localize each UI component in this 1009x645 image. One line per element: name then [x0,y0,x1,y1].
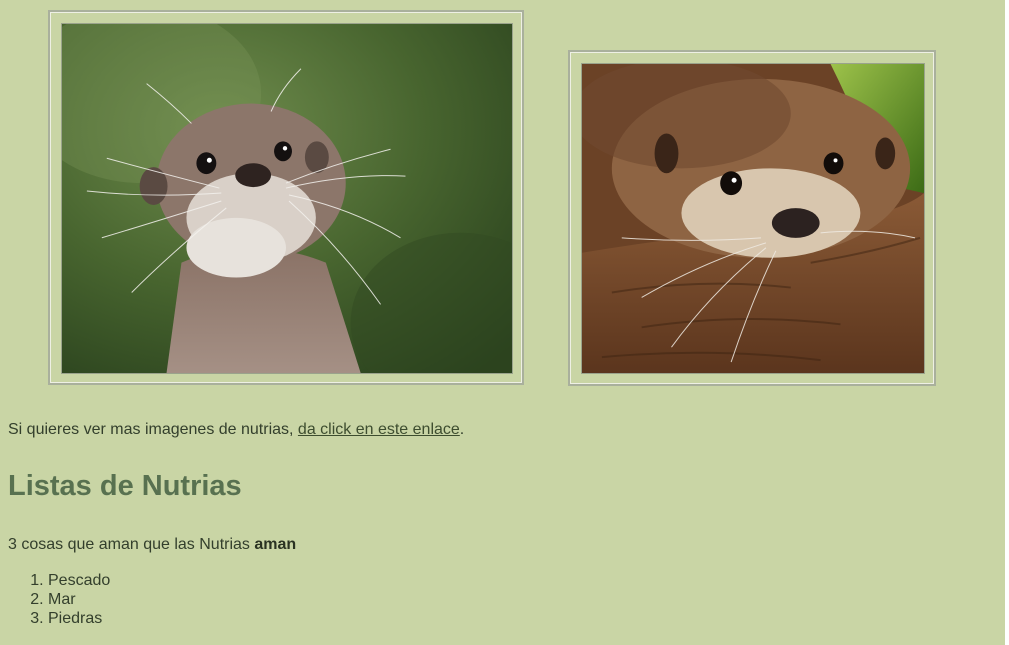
list-item: Piedras [48,609,110,628]
otter-resting-image [581,63,925,374]
intro-paragraph: Si quieres ver mas imagenes de nutrias, … [8,421,464,439]
list-item: Pescado [48,571,110,590]
intro-text: Si quieres ver mas imagenes de nutrias, [8,421,298,438]
things-otters-love-list: Pescado Mar Piedras [8,571,110,628]
page-background: Si quieres ver mas imagenes de nutrias, … [0,0,1005,645]
section-heading: Listas de Nutrias [8,470,242,502]
otter-photo-frame-1 [48,10,524,385]
intro-period: . [459,421,465,438]
list-intro-paragraph: 3 cosas que aman que las Nutrias aman [8,536,296,554]
otter-portrait-image [61,23,513,374]
list-item: Mar [48,590,110,609]
list-intro-text: 3 cosas que aman que las Nutrias [8,536,255,553]
more-images-link[interactable]: da click en este enlace [298,421,460,438]
otter-photo-frame-2 [568,50,936,386]
window-edge [1005,0,1009,645]
list-intro-bold: aman [254,536,297,553]
